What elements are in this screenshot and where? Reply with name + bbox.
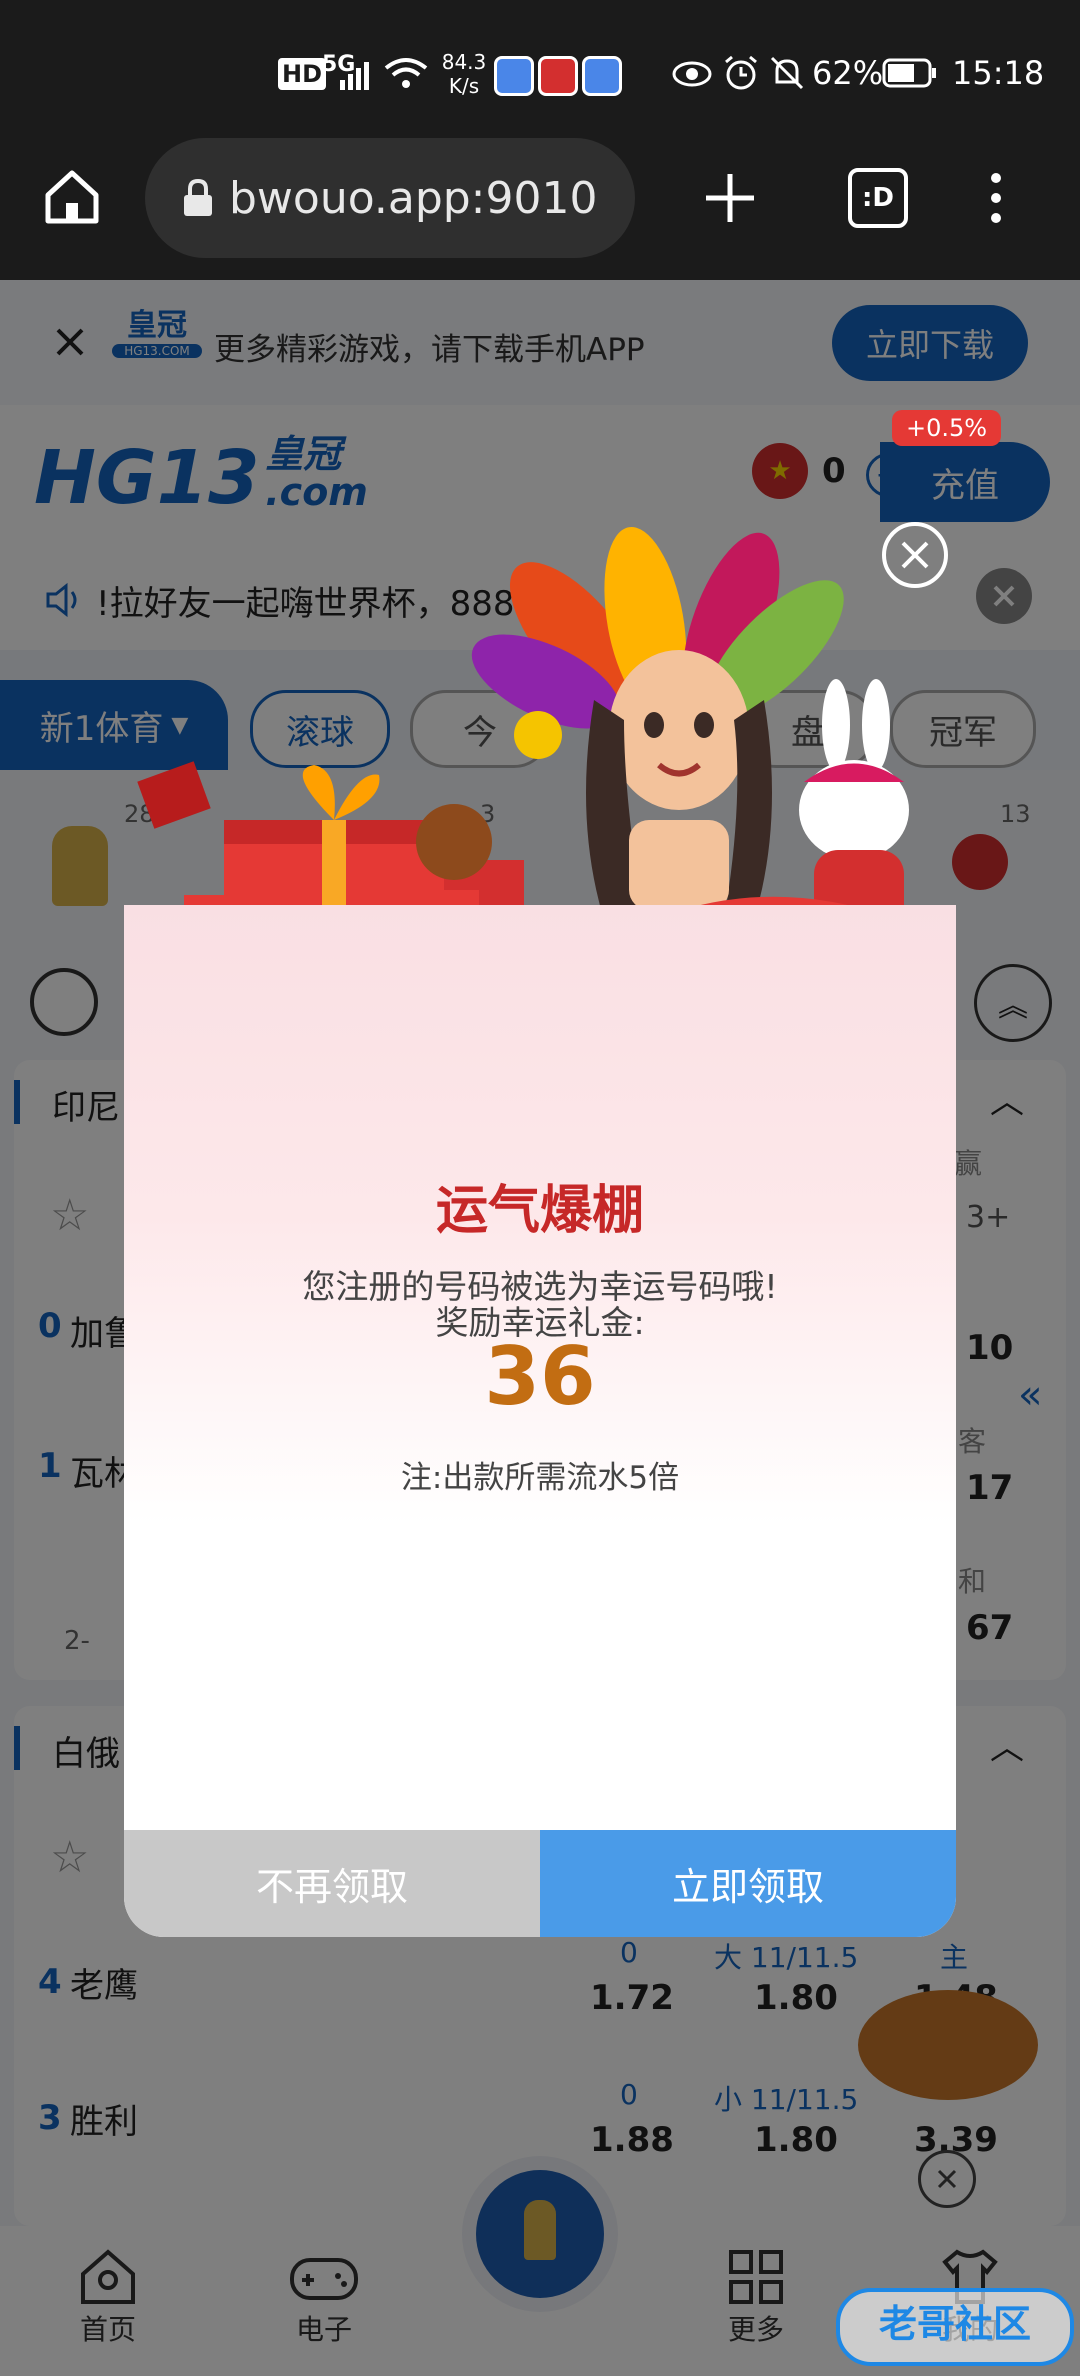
status-bar: HD 5G 84.3 K/s 62% 15:18: [0, 0, 1080, 130]
home-icon[interactable]: [40, 165, 104, 229]
alarm-icon: [725, 55, 757, 90]
tab-switcher-button[interactable]: :D: [848, 168, 908, 228]
url-text: bwouo.app:9010: [229, 172, 598, 224]
eye-icon: [672, 61, 712, 87]
decline-button[interactable]: 不再领取: [124, 1830, 540, 1937]
network-speed: 84.3 K/s: [441, 50, 487, 98]
battery-icon: [882, 58, 936, 88]
coin-graphic: [514, 711, 562, 759]
modal-close-button[interactable]: [882, 522, 948, 588]
claim-button[interactable]: 立即领取: [540, 1830, 956, 1937]
menu-dots-icon[interactable]: [978, 168, 1014, 228]
app-notification-icon: [494, 56, 534, 96]
app-notification-icon: [582, 56, 622, 96]
battery-percent: 62%: [812, 54, 884, 92]
mute-bell-icon: [770, 56, 804, 90]
character-face: [609, 650, 749, 810]
new-tab-icon[interactable]: [700, 168, 760, 228]
bonus-amount: 36: [484, 1330, 596, 1423]
close-icon: [901, 541, 929, 569]
lock-icon: [184, 178, 212, 216]
clock: 15:18: [952, 54, 1045, 92]
signal-icon: [340, 62, 369, 90]
wifi-icon: [384, 58, 428, 88]
address-bar[interactable]: bwouo.app:9010: [145, 138, 635, 258]
watermark-logo: 老哥社区: [836, 2288, 1074, 2366]
bonus-badge: +0.5%: [892, 410, 1002, 446]
modal-note: 注:出款所需流水5倍: [400, 1460, 680, 1496]
basketball-graphic: [416, 804, 492, 880]
tab-switcher-label: :D: [862, 183, 894, 213]
hd-icon: HD: [278, 58, 327, 90]
app-notification-icon: [538, 56, 578, 96]
modal-title: 运气爆棚: [435, 1181, 644, 1241]
promo-illustration: [137, 526, 909, 940]
